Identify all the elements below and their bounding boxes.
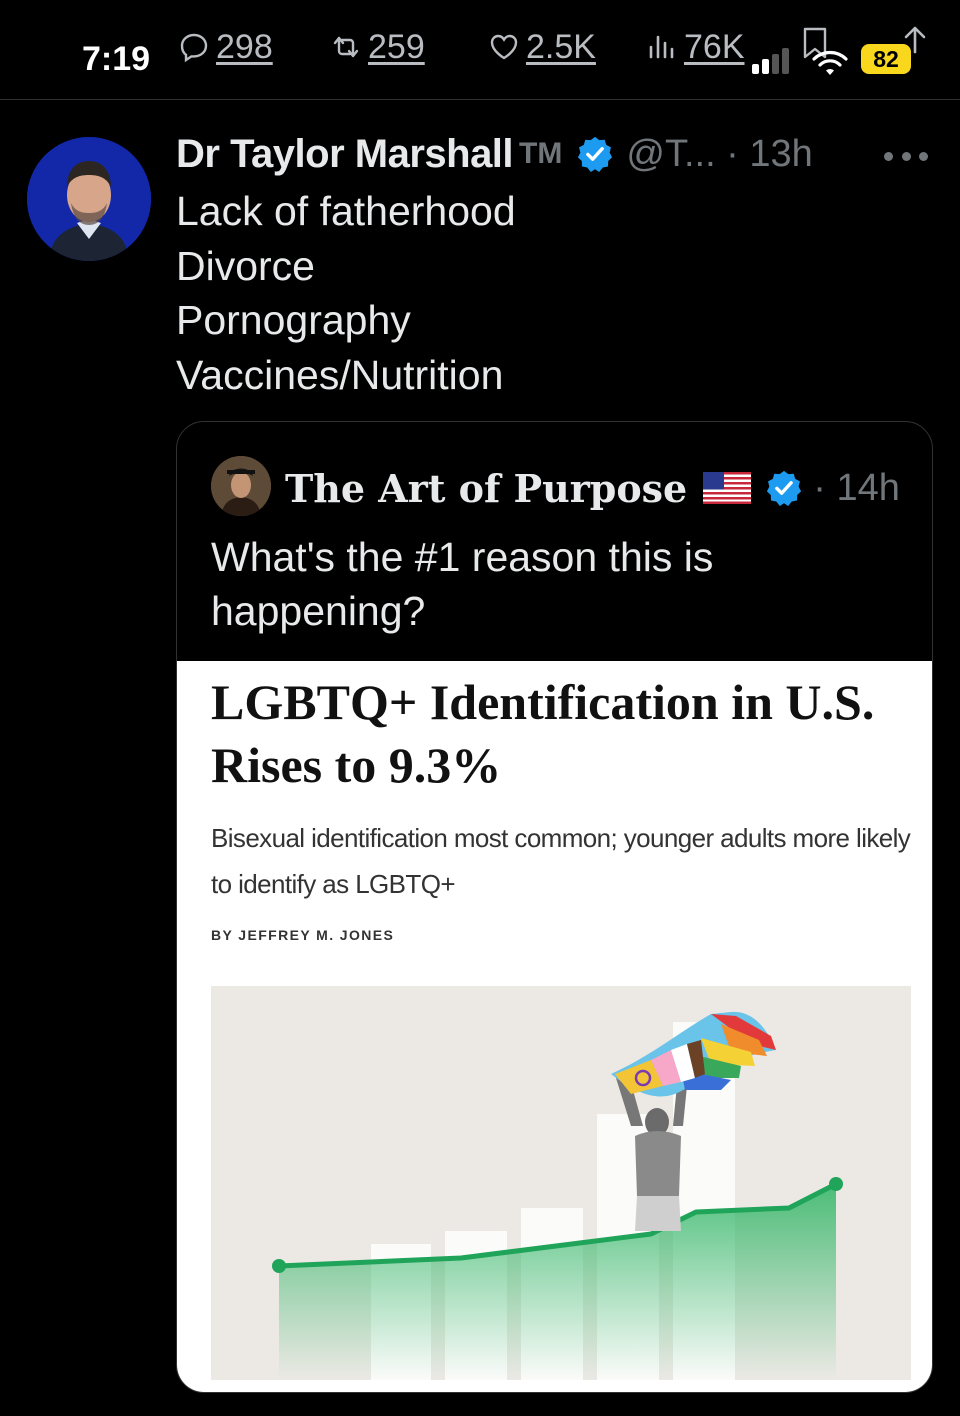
author-handle-time[interactable]: @T... · 13h <box>626 133 812 176</box>
tweet-header: Dr Taylor Marshall TM @T... · 13h <box>176 128 813 180</box>
quoted-avatar-photo <box>211 456 271 516</box>
like-count-button[interactable]: 2.5K <box>488 27 596 67</box>
author-name[interactable]: Dr Taylor Marshall <box>176 132 514 177</box>
verified-badge-icon <box>578 136 613 173</box>
verified-badge-icon <box>767 470 802 507</box>
tweet-text: Lack of fatherhood Divorce Pornography V… <box>176 184 516 402</box>
reply-count: 298 <box>216 27 273 66</box>
quoted-header: The Art of Purpose · 14h <box>285 462 900 514</box>
screen: 7:19 298 259 2.5K 76K 82 Dr Taylor Marsh… <box>0 0 960 1416</box>
cellular-signal-icon <box>752 48 789 74</box>
view-count-button[interactable]: 76K <box>646 27 745 67</box>
repost-count: 259 <box>368 27 425 66</box>
quoted-author-name[interactable]: The Art of Purpose <box>285 466 687 511</box>
quoted-text: What's the #1 reason this is happening? <box>211 534 714 634</box>
view-count: 76K <box>684 27 745 66</box>
repost-icon <box>333 36 359 58</box>
reply-count-button[interactable]: 298 <box>178 27 273 67</box>
article-subtitle: Bisexual identification most common; you… <box>211 823 911 899</box>
status-bar: 7:19 298 259 2.5K 76K 82 <box>0 0 960 100</box>
quoted-time: · 14h <box>813 466 900 509</box>
views-icon <box>649 35 674 59</box>
share-icon[interactable] <box>900 24 930 64</box>
article-preview[interactable]: LGBTQ+ Identification in U.S. Rises to 9… <box>177 661 932 1392</box>
status-divider <box>0 99 960 100</box>
avatar-photo <box>27 137 151 261</box>
quoted-tweet-card[interactable]: The Art of Purpose · 14h What's the #1 r… <box>176 421 933 1393</box>
tweet-line: Pornography <box>176 297 411 343</box>
article-title: LGBTQ+ Identification in U.S. Rises to 9… <box>211 674 875 793</box>
heart-icon <box>490 34 518 60</box>
more-icon[interactable] <box>884 150 928 162</box>
article-byline: BY JEFFREY M. JONES <box>211 927 395 943</box>
more-dot <box>884 151 893 161</box>
article-illustration <box>211 986 911 1380</box>
author-name-badge: TM <box>519 137 563 170</box>
repost-count-button[interactable]: 259 <box>330 27 425 67</box>
more-dot <box>919 151 928 161</box>
author-avatar[interactable] <box>27 137 151 261</box>
us-flag-icon <box>703 472 752 504</box>
like-count: 2.5K <box>526 27 596 66</box>
tweet-line: Lack of fatherhood <box>176 188 516 234</box>
more-dot <box>901 151 911 161</box>
clock: 7:19 <box>82 40 151 78</box>
illustration-graphic <box>211 986 911 1380</box>
quoted-author-avatar[interactable] <box>211 456 271 516</box>
tweet-line: Vaccines/Nutrition <box>176 351 504 398</box>
tweet-line: Divorce <box>176 242 315 289</box>
wifi-icon <box>812 51 848 75</box>
reply-icon <box>180 33 208 63</box>
